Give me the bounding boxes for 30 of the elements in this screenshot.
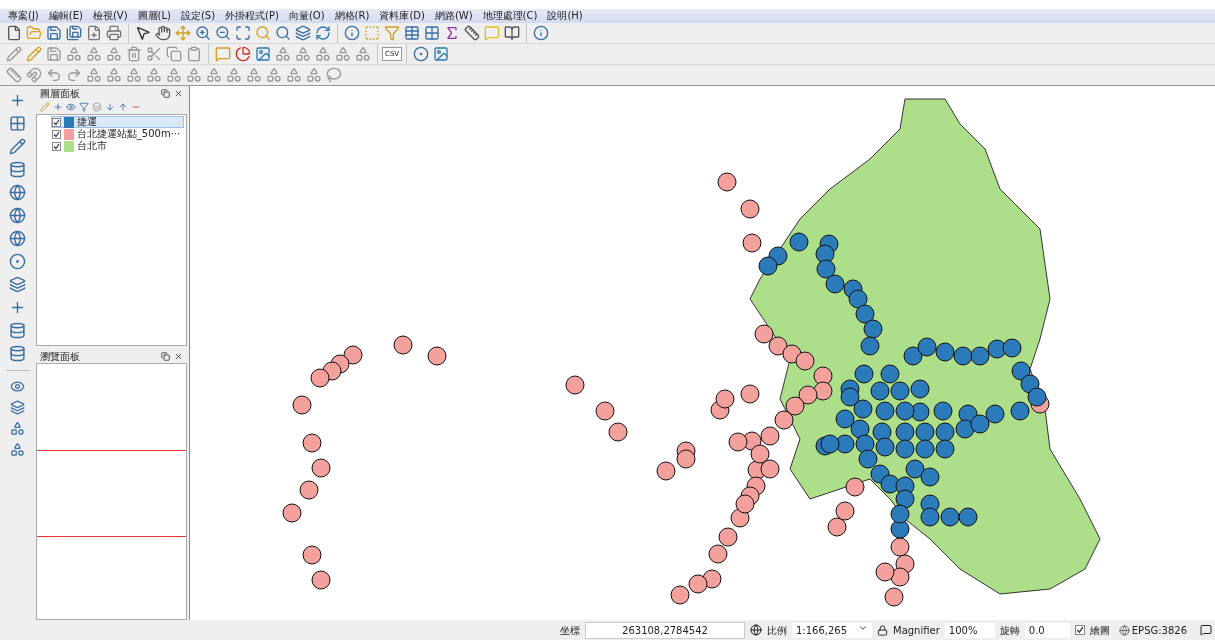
coordinate-label: 坐標 bbox=[560, 623, 580, 638]
rotation-label: 旋轉 bbox=[999, 623, 1020, 638]
layer-name: 台北捷運站點_500m··· bbox=[76, 129, 181, 139]
menu-item[interactable]: 專案(J) bbox=[8, 11, 39, 21]
menu-item[interactable]: 外掛程式(P) bbox=[225, 11, 279, 21]
layer-item[interactable]: 台北捷運站點_500m··· bbox=[50, 128, 184, 140]
layer-name: 台北市 bbox=[76, 141, 107, 151]
panel-title: 瀏覽面板 bbox=[39, 349, 80, 364]
layer-item[interactable]: 捷運 bbox=[50, 116, 184, 128]
scale-dropdown[interactable]: 1:166,265 bbox=[792, 622, 872, 638]
render-label: 繪圖 bbox=[1089, 623, 1110, 638]
scale-label: 比例 bbox=[767, 623, 787, 638]
menu-item[interactable]: 網格(R) bbox=[334, 11, 370, 21]
menu-item[interactable]: 地理處理(C) bbox=[482, 11, 538, 21]
menu-item[interactable]: 資料庫(D) bbox=[379, 11, 425, 21]
menu-item[interactable]: 網路(W) bbox=[434, 11, 473, 21]
menu-item[interactable]: 圖層(L) bbox=[137, 11, 171, 21]
layer-name: 捷運 bbox=[76, 117, 97, 127]
coordinate-field[interactable]: 263108,2784542 bbox=[585, 621, 745, 639]
menu-item[interactable]: 說明(H) bbox=[547, 11, 583, 21]
crs-button[interactable]: EPSG:3826 bbox=[1118, 622, 1188, 638]
magnifier-spinbox[interactable]: 100% bbox=[944, 622, 995, 638]
menu-item[interactable]: 檢視(V) bbox=[92, 11, 128, 21]
menu-item[interactable]: 編輯(E) bbox=[48, 11, 83, 21]
menu-item[interactable]: 向量(O) bbox=[288, 11, 325, 21]
panel-title: 圖層面板 bbox=[39, 86, 80, 101]
menu-item[interactable]: 設定(S) bbox=[180, 11, 216, 21]
layer-item[interactable]: 台北市 bbox=[50, 140, 184, 152]
rotation-spinbox[interactable]: 0.0 bbox=[1024, 622, 1070, 638]
magnifier-label: Magnifier bbox=[893, 623, 940, 638]
